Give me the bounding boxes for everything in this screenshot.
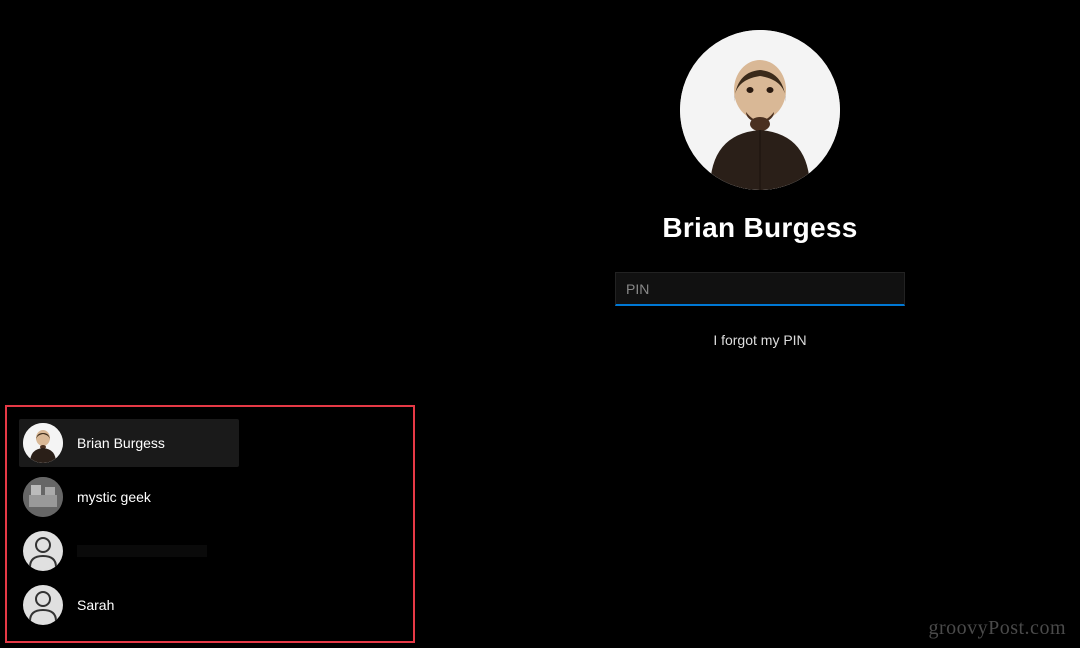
user-item-brian-burgess[interactable]: Brian Burgess [19,419,239,467]
user-item-mystic-geek[interactable]: mystic geek [19,473,403,521]
user-item-label: Sarah [77,597,114,613]
login-panel: Brian Burgess I forgot my PIN [580,30,940,348]
user-item-redacted[interactable] [19,527,403,575]
person-icon [23,585,63,625]
avatar [680,30,840,190]
avatar-icon [23,531,63,571]
forgot-pin-link[interactable]: I forgot my PIN [713,332,806,348]
watermark: groovyPost.com [928,617,1066,640]
avatar-icon [23,477,63,517]
avatar-icon [23,585,63,625]
user-item-label [77,545,207,557]
person-icon [23,531,63,571]
user-switcher-list: Brian Burgess mystic geek [5,405,415,643]
user-item-sarah[interactable]: Sarah [19,581,403,629]
login-user-name: Brian Burgess [662,212,857,244]
user-photo-icon [680,30,840,190]
user-item-label: mystic geek [77,489,151,505]
user-item-label: Brian Burgess [77,435,165,451]
avatar-icon [23,423,63,463]
pin-input[interactable] [615,272,905,306]
